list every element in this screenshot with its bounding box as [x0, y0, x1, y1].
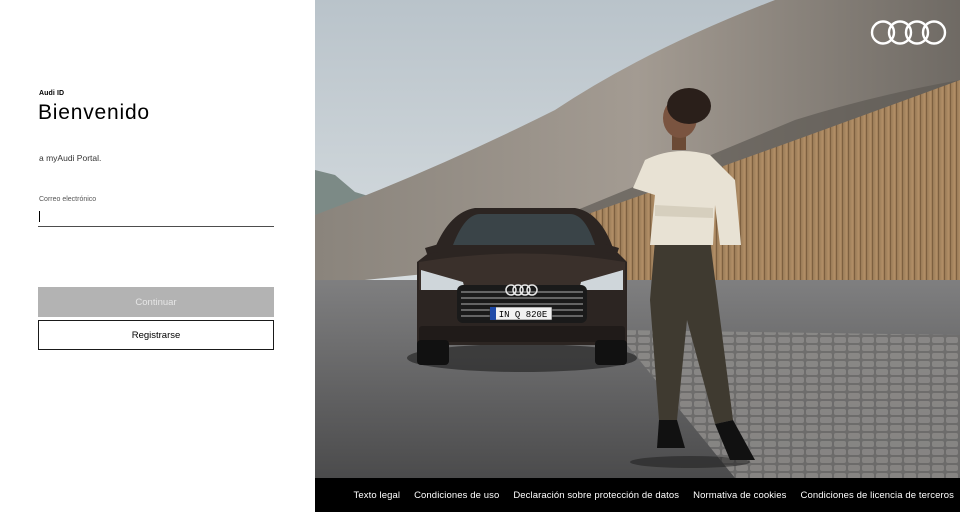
- page-subtitle: a myAudi Portal.: [39, 153, 102, 163]
- continue-button[interactable]: Continuar: [38, 287, 274, 317]
- footer-link-third-party[interactable]: Condiciones de licencia de terceros: [801, 490, 954, 501]
- footer-link-legal[interactable]: Texto legal: [354, 490, 401, 501]
- email-field[interactable]: [38, 208, 274, 227]
- email-label: Correo electrónico: [39, 196, 97, 203]
- car: IN Q 820E: [417, 208, 627, 365]
- login-panel: Audi ID Bienvenido a myAudi Portal. Corr…: [0, 0, 315, 512]
- footer-link-privacy[interactable]: Declaración sobre protección de datos: [513, 490, 679, 501]
- hero-image: IN Q 820E: [315, 0, 960, 478]
- login-page: Audi ID Bienvenido a myAudi Portal. Corr…: [0, 0, 960, 512]
- hero-scene: IN Q 820E: [315, 0, 960, 478]
- footer-link-terms[interactable]: Condiciones de uso: [414, 490, 499, 501]
- audi-rings-logo: [870, 20, 947, 45]
- page-title: Bienvenido: [38, 101, 150, 124]
- footer-link-cookies[interactable]: Normativa de cookies: [693, 490, 786, 501]
- license-plate-text: IN Q 820E: [499, 310, 548, 320]
- register-button[interactable]: Registrarse: [38, 320, 274, 350]
- brand-label: Audi ID: [39, 90, 65, 97]
- text-cursor: [39, 211, 40, 222]
- footer-links: Texto legal Condiciones de uso Declaraci…: [315, 478, 960, 512]
